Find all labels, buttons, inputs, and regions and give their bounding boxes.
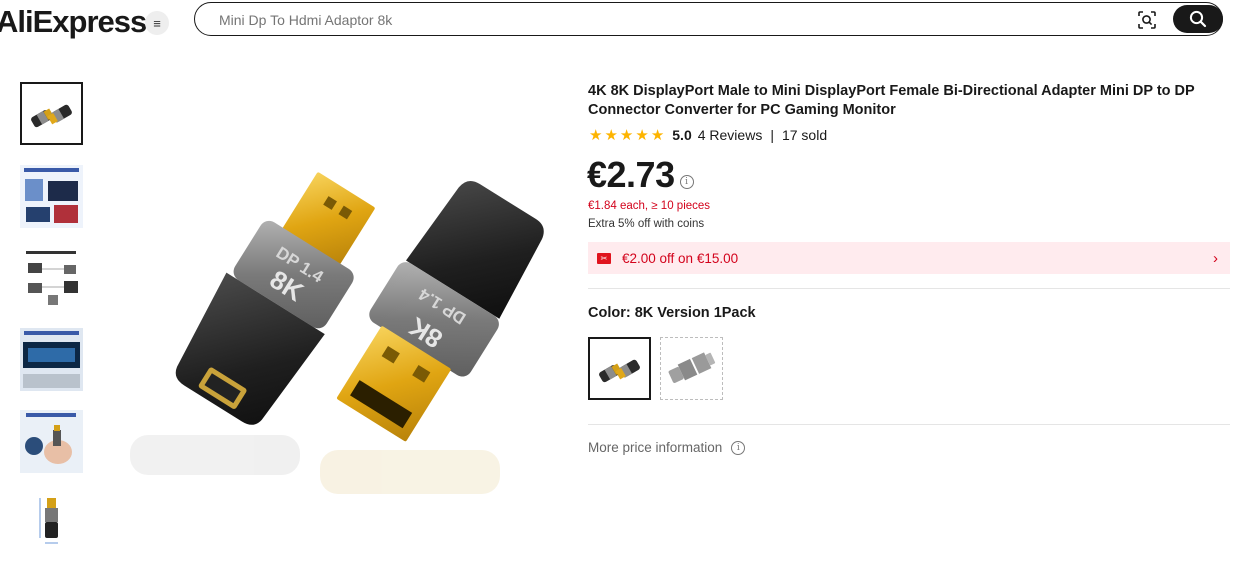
star-icon: ★ <box>619 126 634 144</box>
divider <box>588 424 1230 425</box>
more-price-info[interactable]: More price information i <box>588 440 746 455</box>
price-row: €2.73 i <box>587 154 694 196</box>
sold-count: 17 sold <box>781 127 828 143</box>
thumbnail-4[interactable] <box>20 328 83 391</box>
dimensions-thumbnail-image <box>20 490 83 553</box>
coupon-icon: ✂ <box>597 252 611 264</box>
thumbnail-6[interactable] <box>20 490 83 553</box>
rating-stars: ★ ★ ★ ★ ★ <box>589 128 664 143</box>
more-price-info-label: More price information <box>588 440 723 455</box>
color-label: Color: 8K Version 1Pack <box>588 305 756 321</box>
coupon-banner[interactable]: ✂ €2.00 off on €15.00 › <box>588 242 1230 274</box>
search-button[interactable] <box>1173 5 1223 33</box>
menu-icon[interactable]: ≡ <box>145 11 169 35</box>
large-screen-thumbnail-image <box>20 328 83 391</box>
adapter-thumbnail-image <box>31 104 72 128</box>
color-option-alternate[interactable] <box>660 337 723 400</box>
bulk-price: €1.84 each, ≥ 10 pieces <box>588 200 711 212</box>
image-search-icon[interactable] <box>1137 10 1157 30</box>
star-icon: ★ <box>650 126 665 144</box>
main-product-image[interactable]: DP 1.4 8K 8K DP 1.4 <box>110 140 550 500</box>
reviews-link[interactable]: 4 Reviews <box>698 127 763 143</box>
resolution-thumbnail-image <box>20 165 83 228</box>
thumbnail-5[interactable] <box>20 410 83 473</box>
price: €2.73 <box>587 154 675 195</box>
rating-row[interactable]: ★ ★ ★ ★ ★ 5.0 4 Reviews | 17 sold <box>589 126 827 144</box>
search-input[interactable] <box>217 9 1101 31</box>
thumbnail-3[interactable] <box>20 247 83 310</box>
star-icon: ★ <box>635 126 649 144</box>
rating-score: 5.0 <box>672 127 692 143</box>
chevron-right-icon: › <box>1213 250 1218 267</box>
price-info-icon[interactable]: i <box>679 175 694 189</box>
search-icon <box>1189 10 1207 28</box>
search-bar <box>194 2 1223 36</box>
sku-image <box>668 352 716 383</box>
portable-thumbnail-image <box>20 410 83 473</box>
aliexpress-logo[interactable]: AliExpress <box>0 4 147 40</box>
divider <box>588 288 1230 289</box>
star-icon: ★ <box>604 126 618 144</box>
coupon-text: €2.00 off on €15.00 <box>622 250 739 266</box>
info-icon: i <box>731 440 746 455</box>
product-title: 4K 8K DisplayPort Male to Mini DisplayPo… <box>588 83 1195 118</box>
sku-image <box>599 359 640 383</box>
coins-discount: Extra 5% off with coins <box>588 218 705 230</box>
star-icon: ★ <box>589 126 603 144</box>
compatibility-thumbnail-image <box>20 247 83 310</box>
thumbnail-1[interactable] <box>20 82 83 145</box>
thumbnail-2[interactable] <box>20 165 83 228</box>
divider: | <box>770 127 774 143</box>
color-option-8k-version-1pack[interactable] <box>588 337 651 400</box>
